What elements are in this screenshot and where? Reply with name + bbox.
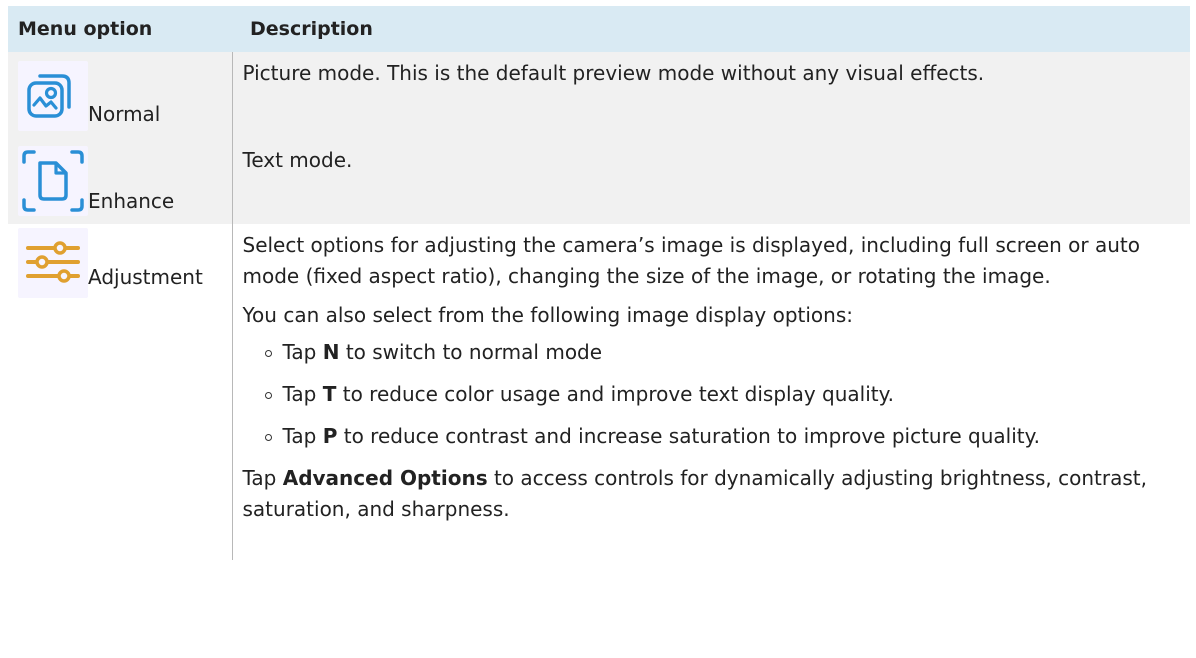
advanced-options-label: Advanced Options (282, 466, 488, 490)
table-header-row: Menu option Description (8, 6, 1190, 52)
menu-option-label: Adjustment (88, 265, 203, 289)
menu-option-label: Enhance (88, 189, 175, 213)
key-label: P (322, 424, 338, 448)
key-label: N (322, 340, 340, 364)
list-item: Tap P to reduce contrast and increase sa… (264, 421, 1181, 452)
advanced-options-text: Tap Advanced Options to access controls … (242, 466, 1147, 521)
options-intro-text: You can also select from the following i… (242, 303, 854, 327)
table-row-enhance: Enhance Text mode. (8, 139, 1190, 224)
list-item: Tap T to reduce color usage and improve … (264, 379, 1181, 410)
column-header-menu-option: Menu option (8, 6, 232, 52)
display-options-list: Tap N to switch to normal mode Tap T to … (243, 337, 1181, 452)
list-item: Tap N to switch to normal mode (264, 337, 1181, 368)
menu-option-cell: Adjustment (8, 224, 233, 560)
key-label: T (322, 382, 337, 406)
sliders-icon (18, 228, 88, 298)
picture-mode-icon (18, 61, 88, 131)
menu-option-label: Normal (88, 102, 161, 126)
table-row-normal: Normal Picture mode. This is the default… (8, 52, 1190, 139)
description-text: Text mode. (242, 148, 353, 172)
description-cell: Select options for adjusting the camera’… (232, 224, 1190, 560)
description-text: Picture mode. This is the default previe… (242, 61, 985, 85)
menu-options-table: Menu option Description Normal Picture m… (8, 6, 1190, 560)
column-header-description: Description (232, 6, 1190, 52)
description-cell: Picture mode. This is the default previe… (232, 52, 1190, 139)
menu-option-cell: Normal (8, 52, 233, 139)
text-mode-icon (18, 146, 88, 216)
description-cell: Text mode. (232, 139, 1190, 224)
description-text: Select options for adjusting the camera’… (242, 233, 1141, 288)
table-row-adjustment: Adjustment Select options for adjusting … (8, 224, 1190, 560)
menu-option-cell: Enhance (8, 139, 233, 224)
